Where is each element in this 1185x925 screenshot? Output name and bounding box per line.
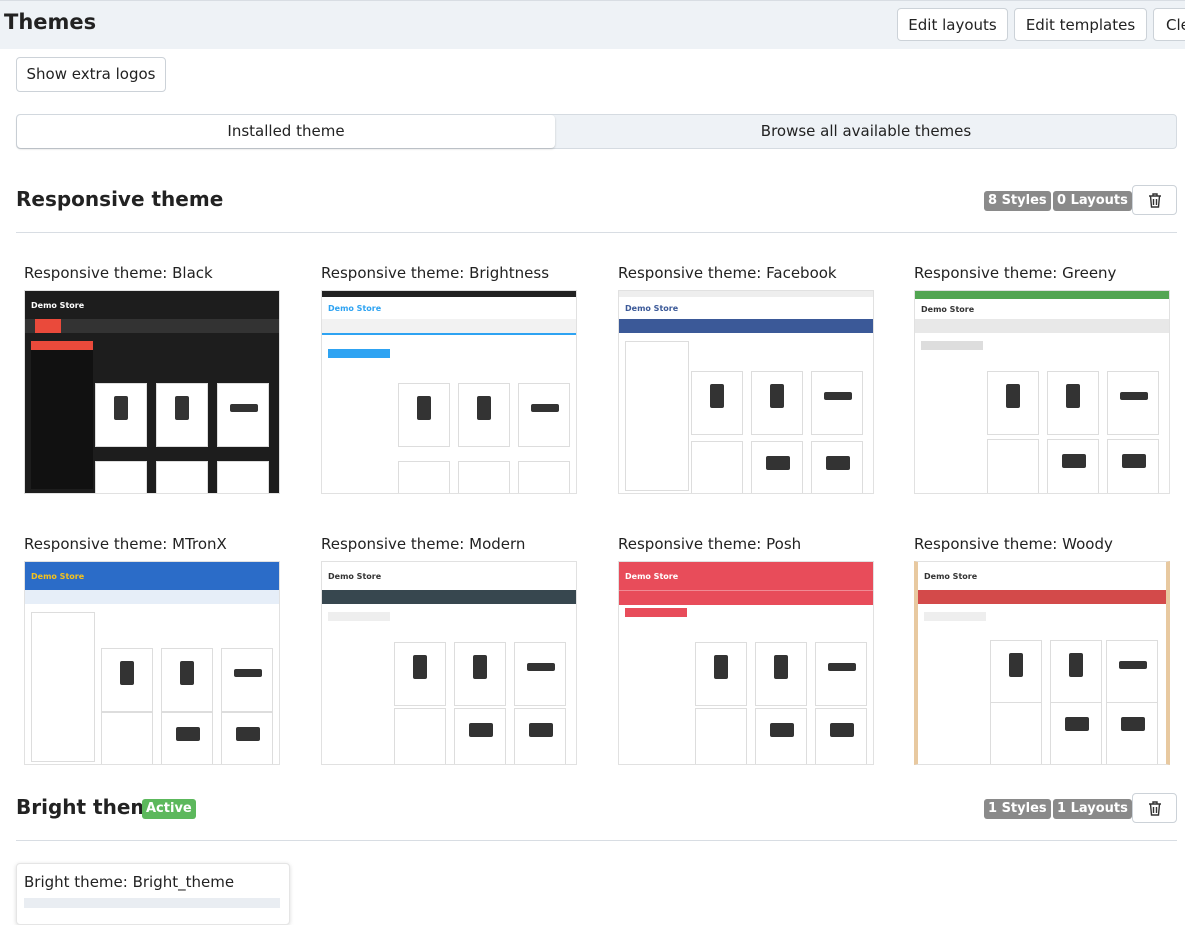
thumb-logo: Demo Store <box>25 562 279 590</box>
style-card-label[interactable]: Responsive theme: Woody <box>914 535 1113 553</box>
divider <box>16 840 1177 841</box>
style-card-label[interactable]: Responsive theme: Modern <box>321 535 525 553</box>
theme-tabs: Installed theme Browse all available the… <box>16 114 1177 149</box>
style-thumbnail-modern[interactable]: Demo Store <box>321 561 577 765</box>
thumb-logo: Demo Store <box>619 562 873 590</box>
style-thumbnail-posh[interactable]: Demo Store <box>618 561 874 765</box>
thumb-logo: Demo Store <box>921 304 975 314</box>
layouts-count-badge: 0 Layouts <box>1053 191 1132 211</box>
thumb-logo: Demo Store <box>25 291 279 319</box>
clone-button[interactable]: Cle <box>1153 8 1185 41</box>
style-card-label[interactable]: Responsive theme: Black <box>24 264 213 282</box>
trash-icon <box>1148 192 1161 208</box>
delete-theme-button[interactable] <box>1132 185 1177 215</box>
tab-browse-themes[interactable]: Browse all available themes <box>555 115 1177 148</box>
style-thumbnail-woody[interactable]: Demo Store <box>914 561 1170 765</box>
thumb-logo: Demo Store <box>924 571 978 581</box>
style-card-label[interactable]: Responsive theme: Posh <box>618 535 801 553</box>
style-thumbnail-bright[interactable] <box>24 898 280 908</box>
layouts-count-badge: 1 Layouts <box>1053 799 1132 819</box>
style-card-label[interactable]: Responsive theme: Brightness <box>321 264 549 282</box>
thumb-logo: Demo Store <box>328 303 382 313</box>
page-title: Themes <box>4 10 97 34</box>
responsive-theme-title: Responsive theme <box>16 187 224 211</box>
style-thumbnail-facebook[interactable]: Demo Store <box>618 290 874 494</box>
tab-installed-theme[interactable]: Installed theme <box>17 115 555 148</box>
style-thumbnail-mtronx[interactable]: Demo Store <box>24 561 280 765</box>
styles-count-badge: 1 Styles <box>984 799 1051 819</box>
thumb-logo: Demo Store <box>625 303 679 313</box>
style-card-label[interactable]: Responsive theme: MTronX <box>24 535 227 553</box>
show-extra-logos-button[interactable]: Show extra logos <box>16 57 166 92</box>
style-card-label[interactable]: Responsive theme: Greeny <box>914 264 1116 282</box>
style-card-label[interactable]: Bright theme: Bright_theme <box>24 873 234 891</box>
style-thumbnail-brightness[interactable]: Demo Store <box>321 290 577 494</box>
style-thumbnail-greeny[interactable]: Demo Store <box>914 290 1170 494</box>
style-card-bright[interactable]: Bright theme: Bright_theme <box>16 863 290 925</box>
trash-icon <box>1148 800 1161 816</box>
active-badge: Active <box>142 799 196 819</box>
edit-templates-button[interactable]: Edit templates <box>1014 8 1147 41</box>
divider <box>16 232 1177 233</box>
edit-layouts-button[interactable]: Edit layouts <box>897 8 1008 41</box>
style-card-label[interactable]: Responsive theme: Facebook <box>618 264 837 282</box>
thumb-logo: Demo Store <box>328 571 382 581</box>
top-bar: Themes Edit layouts Edit templates Cle <box>0 0 1185 49</box>
delete-theme-button[interactable] <box>1132 793 1177 823</box>
styles-count-badge: 8 Styles <box>984 191 1051 211</box>
style-thumbnail-black[interactable]: Demo Store <box>24 290 280 494</box>
